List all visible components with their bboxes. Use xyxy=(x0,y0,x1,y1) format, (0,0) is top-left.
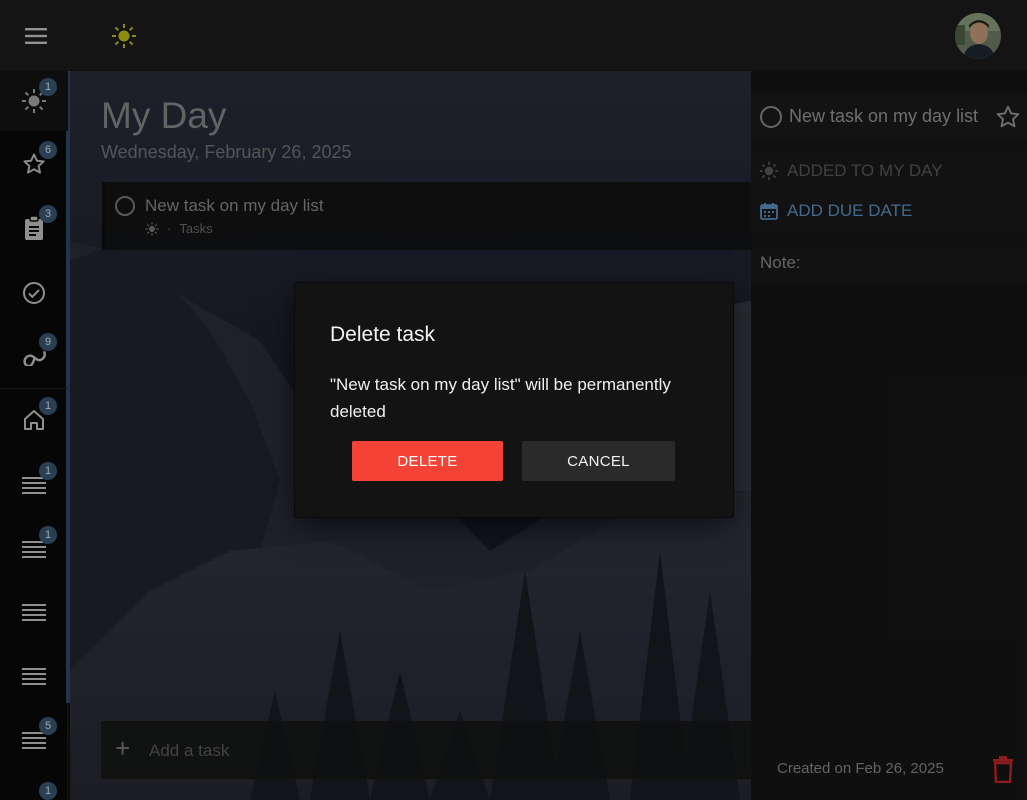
delete-button[interactable]: DELETE xyxy=(352,441,503,481)
dialog-title: Delete task xyxy=(330,323,436,346)
dialog-message: "New task on my day list" will be perman… xyxy=(330,375,671,421)
delete-task-dialog: Delete task "New task on my day list" wi… xyxy=(295,283,733,517)
cancel-button[interactable]: CANCEL xyxy=(522,441,675,481)
